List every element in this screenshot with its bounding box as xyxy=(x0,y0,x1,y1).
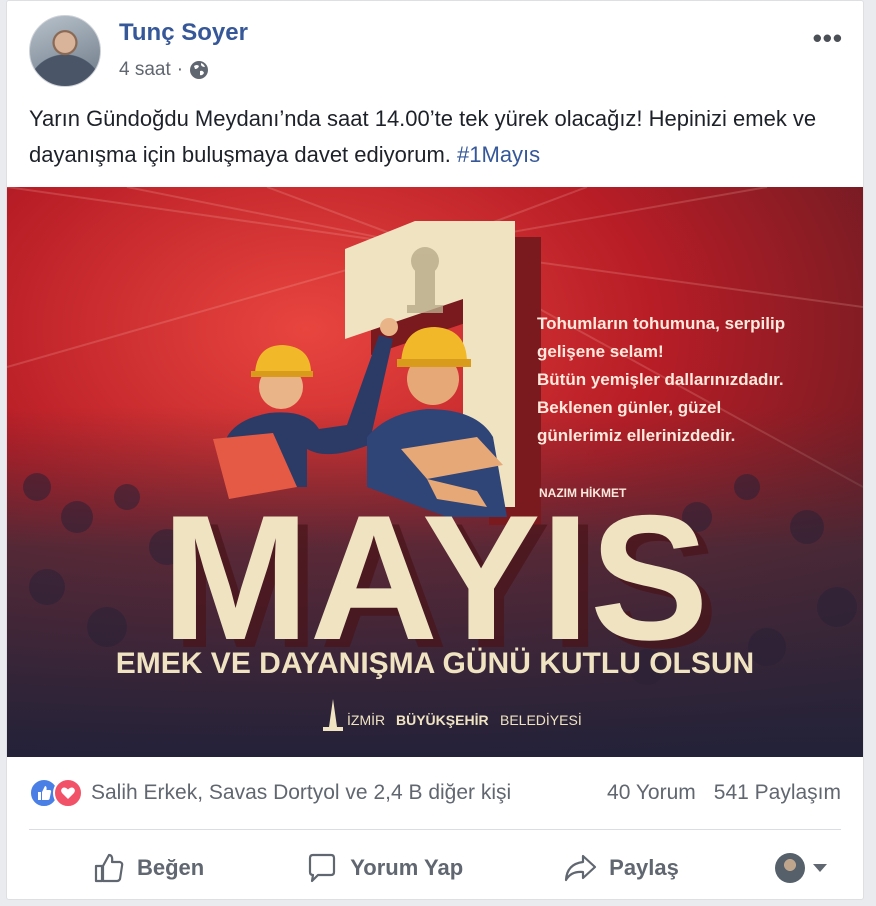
viewer-avatar xyxy=(775,853,805,883)
shares-count[interactable]: 541 Paylaşım xyxy=(714,781,841,805)
post-body: Yarın Gündoğdu Meydanı’nda saat 14.00’te… xyxy=(29,106,817,167)
quote-line-2: gelişene selam! xyxy=(537,342,664,361)
stats-counts: 40 Yorum 541 Paylaşım xyxy=(607,781,841,805)
comment-button[interactable]: Yorum Yap xyxy=(306,852,463,884)
more-options-icon[interactable]: ••• xyxy=(813,23,843,54)
comments-count[interactable]: 40 Yorum xyxy=(607,781,696,805)
love-reaction-icon xyxy=(53,778,83,808)
post-text: Yarın Gündoğdu Meydanı’nda saat 14.00’te… xyxy=(29,101,849,173)
meta-separator: · xyxy=(176,59,184,80)
hashtag-link[interactable]: #1Mayıs xyxy=(457,142,540,167)
post-meta: 4 saat · xyxy=(119,59,209,81)
logo-text-buyuksehir: BÜYÜKŞEHİR xyxy=(396,712,489,728)
quote-line-5: günlerimiz ellerinizdedir. xyxy=(537,426,735,445)
share-button[interactable]: Paylaş xyxy=(563,852,679,884)
logo-text-belediyesi: BELEDİYESİ xyxy=(500,711,582,728)
comment-icon xyxy=(309,853,336,883)
like-button[interactable]: Beğen xyxy=(93,852,204,884)
share-label: Paylaş xyxy=(609,855,679,880)
post-time[interactable]: 4 saat xyxy=(119,59,171,81)
post-card: Tunç Soyer 4 saat · ••• Yarın Gündoğdu M… xyxy=(6,0,864,900)
quote-line-1: Tohumların tohumuna, serpilip xyxy=(537,314,785,333)
actions-divider xyxy=(29,829,841,830)
share-arrow-icon xyxy=(565,854,597,882)
quote-line-4: Beklenen günler, güzel xyxy=(537,398,721,417)
reaction-icons[interactable] xyxy=(29,778,83,808)
reactors-text[interactable]: Salih Erkek, Savas Dortyol ve 2,4 B diğe… xyxy=(91,781,511,805)
reaction-as-selector[interactable] xyxy=(775,853,827,883)
like-label: Beğen xyxy=(137,855,205,880)
reaction-stats: Salih Erkek, Savas Dortyol ve 2,4 B diğe… xyxy=(29,771,841,815)
slogan: EMEK VE DAYANIŞMA GÜNÜ KUTLU OLSUN xyxy=(116,647,754,680)
thumbs-up-icon xyxy=(94,853,124,883)
may-day-poster: 1 T xyxy=(7,187,863,757)
chevron-down-icon xyxy=(813,864,827,872)
action-bar: Beğen Yorum Yap Paylaş xyxy=(29,841,841,895)
logo-text-izmir: İZMİR xyxy=(347,711,385,728)
post-image[interactable]: 1 T xyxy=(7,187,863,757)
author-name[interactable]: Tunç Soyer xyxy=(119,19,248,47)
comment-label: Yorum Yap xyxy=(350,855,464,880)
author-avatar[interactable] xyxy=(29,15,101,87)
post-header: Tunç Soyer 4 saat · ••• xyxy=(27,13,847,89)
quote-line-3: Bütün yemişler dallarınızdadır. xyxy=(537,370,784,389)
globe-icon[interactable] xyxy=(189,60,209,80)
